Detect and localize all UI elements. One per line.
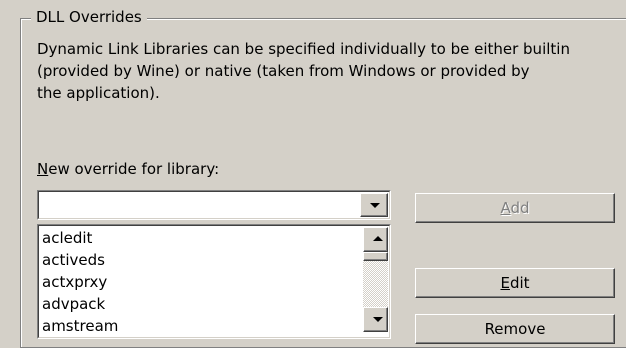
chevron-down-icon xyxy=(373,317,383,322)
label-accelerator: N xyxy=(37,160,49,178)
combo-dropdown-button[interactable] xyxy=(360,193,388,217)
list-item[interactable]: actxprxy xyxy=(41,271,361,293)
label-text: ew override for library: xyxy=(48,160,220,178)
edit-accelerator: E xyxy=(500,274,510,292)
add-button[interactable]: Add xyxy=(415,193,615,223)
chevron-up-icon xyxy=(373,236,383,241)
scroll-down-button[interactable] xyxy=(363,307,388,332)
list-item[interactable]: amstream xyxy=(41,315,361,337)
list-item[interactable]: activeds xyxy=(41,249,361,271)
edit-button[interactable]: Edit xyxy=(415,268,615,298)
list-item[interactable]: advpack xyxy=(41,293,361,315)
new-override-label: New override for library: xyxy=(37,159,219,179)
chevron-down-icon xyxy=(370,203,380,208)
list-item[interactable]: acledit xyxy=(41,227,361,249)
description-line: (provided by Wine) or native (taken from… xyxy=(37,62,530,80)
description-line: the application). xyxy=(37,84,160,102)
description: Dynamic Link Libraries can be specified … xyxy=(37,38,597,104)
group-title: DLL Overrides xyxy=(31,8,147,26)
edit-label: dit xyxy=(509,274,530,292)
library-listbox[interactable]: acledit activeds actxprxy advpack amstre… xyxy=(37,224,391,339)
remove-button[interactable]: Remove xyxy=(415,314,615,344)
scroll-up-button[interactable] xyxy=(363,227,388,252)
add-accelerator: A xyxy=(500,199,511,217)
description-line: Dynamic Link Libraries can be specified … xyxy=(37,40,570,58)
scrollbar-thumb[interactable] xyxy=(363,252,388,261)
add-label: dd xyxy=(510,199,530,217)
library-input[interactable] xyxy=(41,194,365,216)
library-combobox[interactable] xyxy=(37,190,391,220)
library-list: acledit activeds actxprxy advpack amstre… xyxy=(41,227,361,337)
